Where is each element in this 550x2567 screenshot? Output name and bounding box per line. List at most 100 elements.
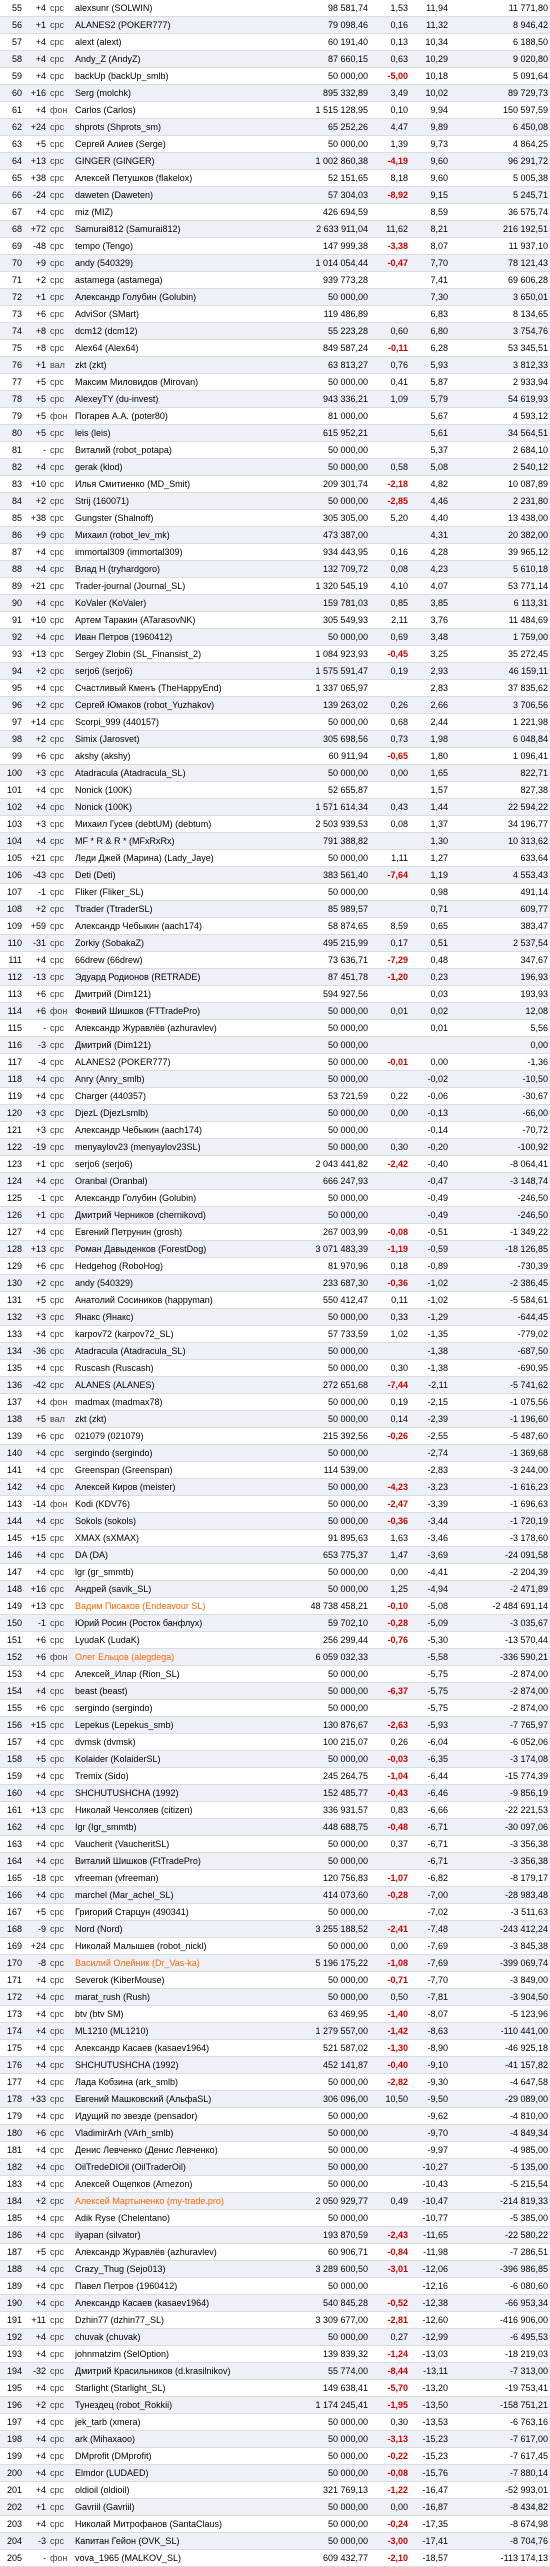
cell-name[interactable]: beast (beast) — [75, 1683, 290, 1699]
cell-name[interactable]: Hedgehog (RoboHog) — [75, 1258, 290, 1274]
cell-name[interactable]: Эдуард Родионов (RETRADE) — [75, 969, 290, 985]
cell-name[interactable]: alext (alext) — [75, 34, 290, 50]
cell-name[interactable]: Николай Малышев (robot_nickl) — [75, 1938, 290, 1954]
cell-name[interactable]: Виталий Шишков (FtTradePro) — [75, 1853, 290, 1869]
cell-name[interactable]: immortal309 (immortal309) — [75, 544, 290, 560]
cell-name[interactable]: marat_rush (Rush) — [75, 1989, 290, 2005]
cell-name[interactable]: miz (MIZ) — [75, 204, 290, 220]
cell-name[interactable]: Михаил Гусев (debtUM) (debtum) — [75, 816, 290, 832]
cell-name[interactable]: Евгений Машковский (АльфаSL) — [75, 2091, 290, 2107]
cell-name[interactable]: DA (DA) — [75, 1547, 290, 1563]
cell-name[interactable]: Капитан Гейон (OVK_SL) — [75, 2533, 290, 2549]
cell-name[interactable]: Дмитрий (Dim121) — [75, 986, 290, 1002]
cell-name[interactable]: Иван Петров (1960412) — [75, 629, 290, 645]
cell-name[interactable]: sergindo (sergindo) — [75, 1445, 290, 1461]
cell-name[interactable]: Дмитрий (Dim121) — [75, 1037, 290, 1053]
cell-name[interactable]: Алексей Киров (meister) — [75, 1479, 290, 1495]
cell-name[interactable]: andy (540329) — [75, 1275, 290, 1291]
cell-name[interactable]: Лада Кобзина (ark_smlb) — [75, 2074, 290, 2090]
cell-name[interactable]: zkt (zkt) — [75, 357, 290, 373]
cell-name[interactable]: Идущий по звезде (pensador) — [75, 2108, 290, 2124]
cell-name[interactable]: Adik Ryse (Chelentano) — [75, 2210, 290, 2226]
cell-name[interactable]: Анатолий Сосиников (happyman) — [75, 1292, 290, 1308]
cell-name[interactable]: Strij (160071) — [75, 493, 290, 509]
cell-name[interactable]: Ttrader (TtraderSL) — [75, 901, 290, 917]
cell-name[interactable]: Юрий Росин (Росток банфлух) — [75, 1615, 290, 1631]
cell-name[interactable]: dcm12 (dcm12) — [75, 323, 290, 339]
cell-name[interactable]: lgr (gr_smmtb) — [75, 1564, 290, 1580]
cell-name[interactable]: KoValer (KoValer) — [75, 595, 290, 611]
cell-name[interactable]: Sergey Zlobin (SL_Finansist_2) — [75, 646, 290, 662]
cell-name[interactable]: sergindo (sergindo) — [75, 1700, 290, 1716]
cell-name[interactable]: Kodi (KDV76) — [75, 1496, 290, 1512]
cell-name[interactable]: Максим Миловидов (Mirovan) — [75, 374, 290, 390]
cell-name[interactable]: Александр Чебыкин (aach174) — [75, 918, 290, 934]
cell-name[interactable]: Greenspan (Greenspan) — [75, 1462, 290, 1478]
cell-name[interactable]: vova_1965 (MALKOV_SL) — [75, 2550, 290, 2566]
cell-name[interactable]: Алексей_Илар (Rion_SL) — [75, 1666, 290, 1682]
cell-name[interactable]: 66drew (66drew) — [75, 952, 290, 968]
cell-name[interactable]: Trader-journal (Journal_SL) — [75, 578, 290, 594]
cell-name[interactable]: ML1210 (ML1210) — [75, 2023, 290, 2039]
cell-name[interactable]: Александр Чебыкин (aach174) — [75, 1122, 290, 1138]
cell-name[interactable]: Евгений Петрунин (grosh) — [75, 1224, 290, 1240]
cell-name[interactable]: Sokols (sokols) — [75, 1513, 290, 1529]
cell-name[interactable]: Oranbal (Oranbal) — [75, 1173, 290, 1189]
cell-name[interactable]: ilyapan (silvator) — [75, 2227, 290, 2243]
cell-name[interactable]: madmax (madmax78) — [75, 1394, 290, 1410]
cell-name[interactable]: Андрей (savik_SL) — [75, 1581, 290, 1597]
cell-name[interactable]: Carlos (Carlos) — [75, 102, 290, 118]
cell-name[interactable]: Алексей Петушков (flakelox) — [75, 170, 290, 186]
cell-name[interactable]: Lepekus (Lepekus_smb) — [75, 1717, 290, 1733]
cell-name[interactable]: Артем Таракин (ATarasovNK) — [75, 612, 290, 628]
cell-name[interactable]: ALANES2 (POKER777) — [75, 1054, 290, 1070]
cell-name[interactable]: astamega (astamega) — [75, 272, 290, 288]
cell-name[interactable]: serjo6 (serjo6) — [75, 1156, 290, 1172]
cell-name[interactable]: Fliker (Fliker_SL) — [75, 884, 290, 900]
cell-name[interactable]: karpov72 (karpov72_SL) — [75, 1326, 290, 1342]
cell-name[interactable]: Serg (molchk) — [75, 85, 290, 101]
cell-name[interactable]: zkt (zkt) — [75, 1411, 290, 1427]
cell-name[interactable]: chuvak (chuvak) — [75, 2329, 290, 2345]
cell-name[interactable]: Александр Голубин (Golubin) — [75, 289, 290, 305]
cell-name[interactable]: Nonick (100K) — [75, 782, 290, 798]
cell-name[interactable]: Михаил (robot_lev_mk) — [75, 527, 290, 543]
cell-name[interactable]: Василий Олейник (Dr_Vas-ka) — [75, 1955, 290, 1971]
cell-name[interactable]: vfreeman (vfreeman) — [75, 1870, 290, 1886]
cell-name[interactable]: Tremix (Sido) — [75, 1768, 290, 1784]
cell-name[interactable]: Gungster (Shalnoff) — [75, 510, 290, 526]
cell-name[interactable]: Александр Голубин (Golubin) — [75, 1190, 290, 1206]
cell-name[interactable]: Янакс (Янакс) — [75, 1309, 290, 1325]
cell-name[interactable]: alexsunr (SOLWIN) — [75, 0, 290, 16]
cell-name[interactable]: Олег Ельцов (alegdega) — [75, 1649, 290, 1665]
cell-name[interactable]: Леди Джей (Марина) (Lady_Jaye) — [75, 850, 290, 866]
cell-name[interactable]: AlexeyTY (du-invest) — [75, 391, 290, 407]
cell-name[interactable]: Николай Митрофанов (SantaClaus) — [75, 2516, 290, 2532]
cell-name[interactable]: btv (btv SM) — [75, 2006, 290, 2022]
cell-name[interactable]: Николай Ченсоляев (citizen) — [75, 1802, 290, 1818]
cell-name[interactable]: Роман Давыденков (ForestDog) — [75, 1241, 290, 1257]
cell-name[interactable]: Atadraculа (Atadracula_SL) — [75, 765, 290, 781]
cell-name[interactable]: Александр Журавлёв (azhuravlev) — [75, 1020, 290, 1036]
cell-name[interactable]: oldioil (oldioil) — [75, 2482, 290, 2498]
cell-name[interactable]: Dzhin77 (dzhin77_SL) — [75, 2312, 290, 2328]
cell-name[interactable]: Виталий (robot_potapa) — [75, 442, 290, 458]
cell-name[interactable]: Elmdor (LUDAED) — [75, 2465, 290, 2481]
cell-name[interactable]: Scorpi_999 (440157) — [75, 714, 290, 730]
cell-name[interactable]: leis (leis) — [75, 425, 290, 441]
cell-name[interactable]: SHCHUTUSHCHA (1992) — [75, 1785, 290, 1801]
cell-name[interactable]: XMAX (sXMAX) — [75, 1530, 290, 1546]
cell-name[interactable]: Сергей Алиев (Serge) — [75, 136, 290, 152]
cell-name[interactable]: Vaucherit (VaucheritSL) — [75, 1836, 290, 1852]
cell-name[interactable]: Starlight (Starlight_SL) — [75, 2380, 290, 2396]
cell-name[interactable]: backUp (backUp_smlb) — [75, 68, 290, 84]
cell-name[interactable]: akshy (akshy) — [75, 748, 290, 764]
cell-name[interactable]: menyaylov23 (menyaylov23SL) — [75, 1139, 290, 1155]
cell-name[interactable]: Влад Н (tryhardgoro) — [75, 561, 290, 577]
cell-name[interactable]: Atadraculа (Atadracula_SL) — [75, 1343, 290, 1359]
cell-name[interactable]: serjo6 (serjo6) — [75, 663, 290, 679]
cell-name[interactable]: Kolaider (KolaiderSL) — [75, 1751, 290, 1767]
cell-name[interactable]: Дмитрий Черников (chernikovd) — [75, 1207, 290, 1223]
cell-name[interactable]: Anry (Anry_smlb) — [75, 1071, 290, 1087]
cell-name[interactable]: Илья Смитиенко (MD_Smit) — [75, 476, 290, 492]
